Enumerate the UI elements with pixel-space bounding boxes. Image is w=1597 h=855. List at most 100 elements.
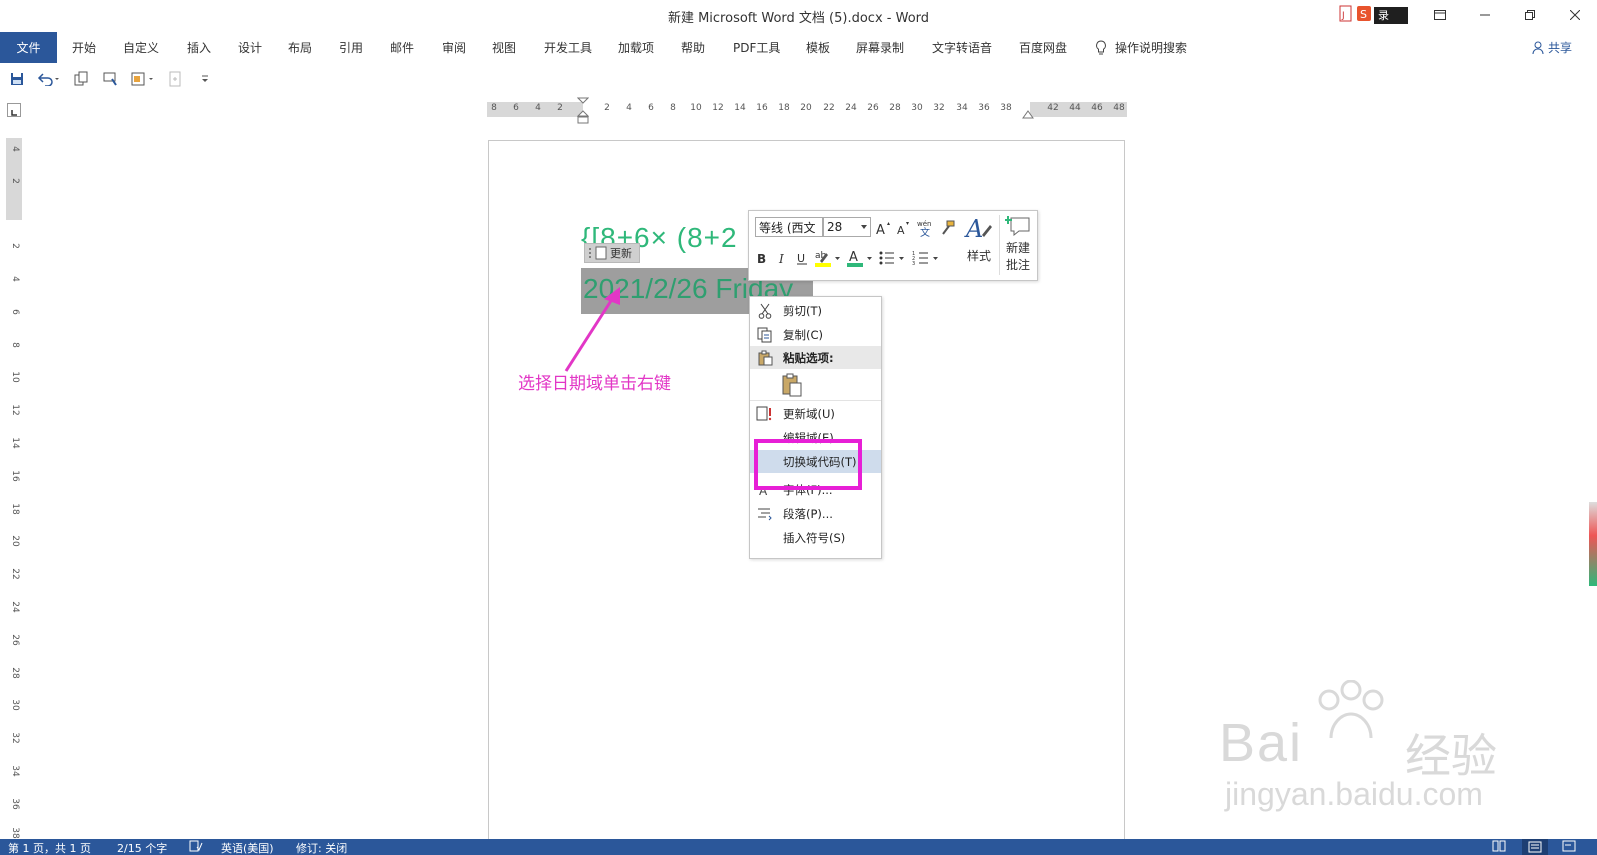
svg-text:A: A bbox=[964, 215, 983, 243]
svg-text:A: A bbox=[876, 223, 885, 235]
ruler-tick: 34 bbox=[10, 765, 20, 777]
word-count[interactable]: 2/15 个字 bbox=[117, 840, 167, 855]
paw-icon bbox=[1318, 680, 1384, 739]
numbering-button[interactable]: 123 bbox=[911, 247, 943, 269]
font-name-select[interactable]: 等线 (西文 bbox=[755, 217, 823, 237]
shrink-font-button[interactable]: A bbox=[895, 219, 913, 237]
tab-help[interactable]: 帮助 bbox=[681, 32, 705, 63]
format-painter-button[interactable] bbox=[937, 217, 957, 239]
new-document-button[interactable] bbox=[166, 70, 184, 88]
tab-pdf-tools[interactable]: PDF工具 bbox=[733, 32, 780, 63]
ruler-tick: 32 bbox=[10, 732, 20, 744]
menu-item-update-field[interactable]: 更新域(U) bbox=[750, 402, 881, 425]
login-label: 录 bbox=[1374, 7, 1408, 24]
language-status[interactable]: 英语(美国) bbox=[221, 840, 274, 855]
italic-button[interactable]: I bbox=[773, 249, 791, 267]
tab-developer[interactable]: 开发工具 bbox=[544, 32, 592, 63]
tab-layout[interactable]: 布局 bbox=[288, 32, 312, 63]
ruler-tick: 16 bbox=[756, 103, 768, 113]
web-layout-icon[interactable] bbox=[1562, 840, 1576, 855]
ruler-tick: 20 bbox=[10, 535, 20, 547]
ribbon-display-button[interactable] bbox=[1420, 3, 1460, 27]
ruler-tick: 8 bbox=[670, 103, 676, 113]
customize-qat-button[interactable] bbox=[196, 70, 214, 88]
tab-home[interactable]: 开始 bbox=[72, 32, 96, 63]
font-size-select[interactable]: 28 bbox=[823, 217, 871, 237]
styles-button[interactable]: A bbox=[963, 214, 997, 244]
tab-addins[interactable]: 加载项 bbox=[618, 32, 654, 63]
sogou-icon: S bbox=[1357, 6, 1371, 21]
font-color-button[interactable]: A bbox=[845, 247, 875, 269]
vertical-ruler[interactable]: 4 2 2 4 6 8 10 12 14 16 18 20 22 24 26 2… bbox=[6, 138, 22, 839]
phonetic-guide-button[interactable]: wén 文 bbox=[915, 217, 935, 239]
login-button[interactable]: J S 录 bbox=[1338, 5, 1410, 25]
track-changes-status[interactable]: 修订: 关闭 bbox=[296, 840, 347, 855]
underline-button[interactable]: U bbox=[793, 249, 811, 267]
tab-insert[interactable]: 插入 bbox=[187, 32, 211, 63]
tab-view[interactable]: 视图 bbox=[492, 32, 516, 63]
bullets-button[interactable] bbox=[877, 247, 909, 269]
tab-custom[interactable]: 自定义 bbox=[123, 32, 159, 63]
minimize-button[interactable] bbox=[1465, 3, 1505, 27]
status-bar: 第 1 页，共 1 页 2/15 个字 英语(美国) 修订: 关闭 bbox=[0, 839, 1597, 855]
tab-screen-record[interactable]: 屏幕录制 bbox=[856, 32, 904, 63]
ruler-tick: 20 bbox=[800, 103, 812, 113]
ribbon-display-icon bbox=[1434, 10, 1446, 20]
read-mode-icon[interactable] bbox=[1492, 840, 1506, 855]
close-button[interactable] bbox=[1555, 3, 1595, 27]
touch-mode-icon bbox=[103, 72, 117, 86]
print-preview-button[interactable] bbox=[72, 70, 90, 88]
tab-text-to-speech[interactable]: 文字转语音 bbox=[932, 32, 992, 63]
tab-design[interactable]: 设计 bbox=[238, 32, 262, 63]
bold-button[interactable]: B bbox=[753, 249, 771, 267]
right-indent-marker[interactable] bbox=[1022, 110, 1034, 120]
layout-options-button[interactable] bbox=[130, 70, 158, 88]
new-comment-button[interactable] bbox=[1002, 213, 1034, 239]
ruler-tick: 28 bbox=[10, 667, 20, 679]
save-button[interactable] bbox=[8, 70, 26, 88]
ruler-tick: 16 bbox=[10, 470, 20, 482]
paste-keep-text-button[interactable] bbox=[750, 370, 881, 400]
scroll-indicator[interactable] bbox=[1589, 502, 1597, 586]
touch-mode-button[interactable] bbox=[102, 70, 120, 88]
menu-item-cut[interactable]: 剪切(T) bbox=[750, 299, 881, 322]
indent-marker[interactable] bbox=[577, 97, 589, 127]
svg-text:wén: wén bbox=[917, 220, 931, 228]
ruler-tick: 4 bbox=[535, 103, 541, 113]
tab-mailings[interactable]: 邮件 bbox=[390, 32, 414, 63]
ruler-tick: 26 bbox=[10, 634, 20, 646]
tab-templates[interactable]: 模板 bbox=[806, 32, 830, 63]
proofing-icon[interactable] bbox=[189, 840, 203, 855]
ruler-tick: 12 bbox=[712, 103, 724, 113]
lightbulb-icon bbox=[1096, 39, 1106, 54]
tell-me-label: 操作说明搜索 bbox=[1115, 41, 1188, 55]
tab-references[interactable]: 引用 bbox=[339, 32, 363, 63]
ruler-tick: 2 bbox=[10, 178, 20, 184]
print-layout-icon[interactable] bbox=[1522, 839, 1548, 855]
tab-review[interactable]: 审阅 bbox=[442, 32, 466, 63]
field-update-button[interactable]: 更新 bbox=[584, 243, 640, 263]
svg-text:B: B bbox=[757, 252, 766, 265]
scissors-icon bbox=[756, 302, 774, 320]
grow-font-button[interactable]: A bbox=[875, 219, 893, 237]
font-name-value: 等线 (西文 bbox=[759, 220, 816, 235]
share-label: 共享 bbox=[1548, 41, 1573, 55]
tab-selector[interactable] bbox=[7, 103, 21, 117]
tab-baidu-netdisk[interactable]: 百度网盘 bbox=[1019, 32, 1067, 63]
page-count[interactable]: 第 1 页，共 1 页 bbox=[8, 840, 91, 855]
svg-text:U: U bbox=[797, 252, 805, 265]
ruler-tick: 38 bbox=[10, 827, 20, 839]
highlight-button[interactable]: ab bbox=[813, 247, 843, 269]
tell-me-search[interactable]: 操作说明搜索 bbox=[1095, 32, 1187, 63]
menu-item-copy[interactable]: 复制(C) bbox=[750, 323, 881, 346]
tab-file[interactable]: 文件 bbox=[0, 32, 57, 63]
undo-button[interactable] bbox=[36, 70, 62, 88]
menu-item-insert-symbol[interactable]: 插入符号(S) bbox=[750, 526, 881, 549]
ruler-tick: 6 bbox=[10, 309, 20, 315]
menu-item-label: 剪切(T) bbox=[783, 303, 822, 318]
font-color-icon: A bbox=[847, 250, 872, 267]
format-painter-icon bbox=[942, 220, 955, 235]
restore-button[interactable] bbox=[1510, 3, 1550, 27]
share-button[interactable]: 共享 bbox=[1532, 32, 1572, 63]
menu-item-paragraph[interactable]: 段落(P)... bbox=[750, 502, 881, 525]
